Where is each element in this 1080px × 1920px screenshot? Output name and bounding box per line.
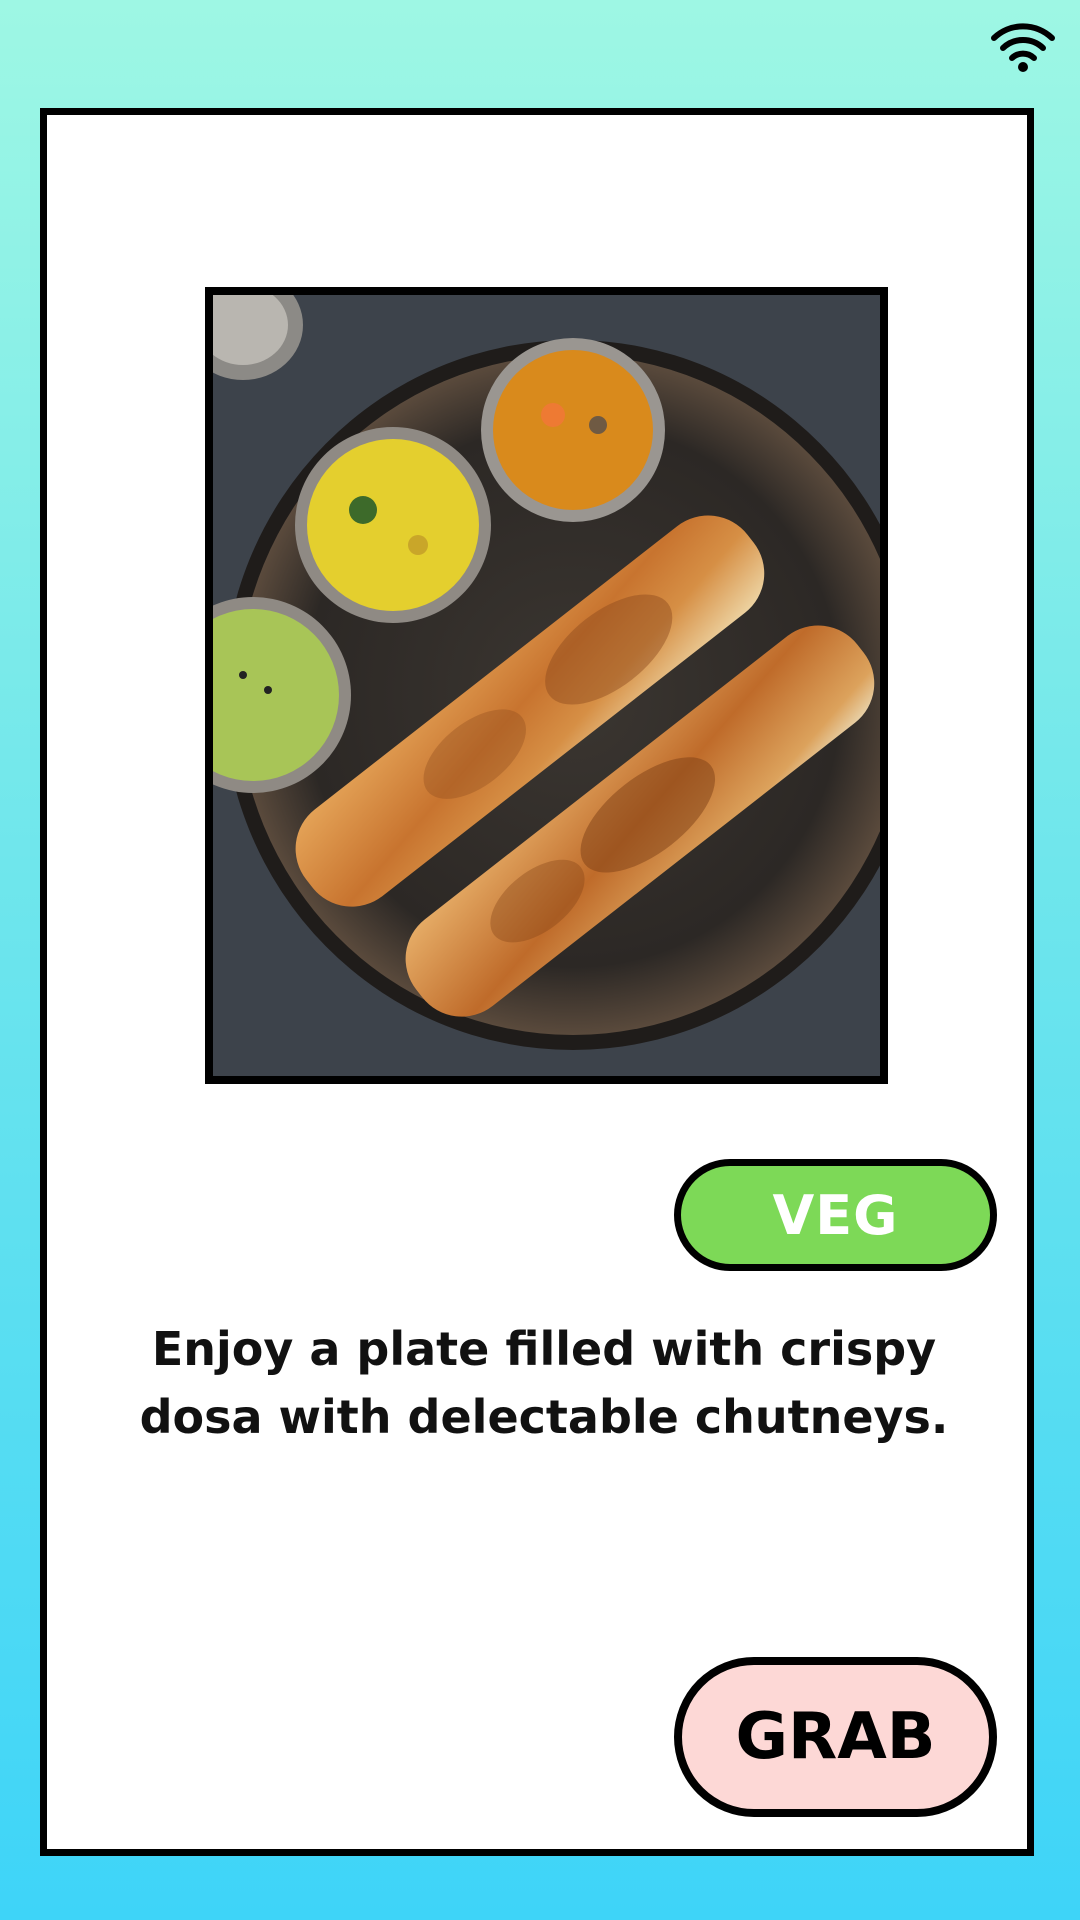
veg-badge: VEG bbox=[674, 1159, 997, 1271]
dish-card: VEG Enjoy a plate filled with crispy dos… bbox=[40, 108, 1034, 1856]
grab-button[interactable]: GRAB bbox=[674, 1657, 997, 1817]
status-bar bbox=[0, 0, 1080, 100]
dosa-plate-photo bbox=[205, 287, 888, 1084]
wifi-icon bbox=[991, 23, 1055, 72]
dish-description: Enjoy a plate filled with crispy dosa wi… bbox=[139, 1322, 949, 1444]
